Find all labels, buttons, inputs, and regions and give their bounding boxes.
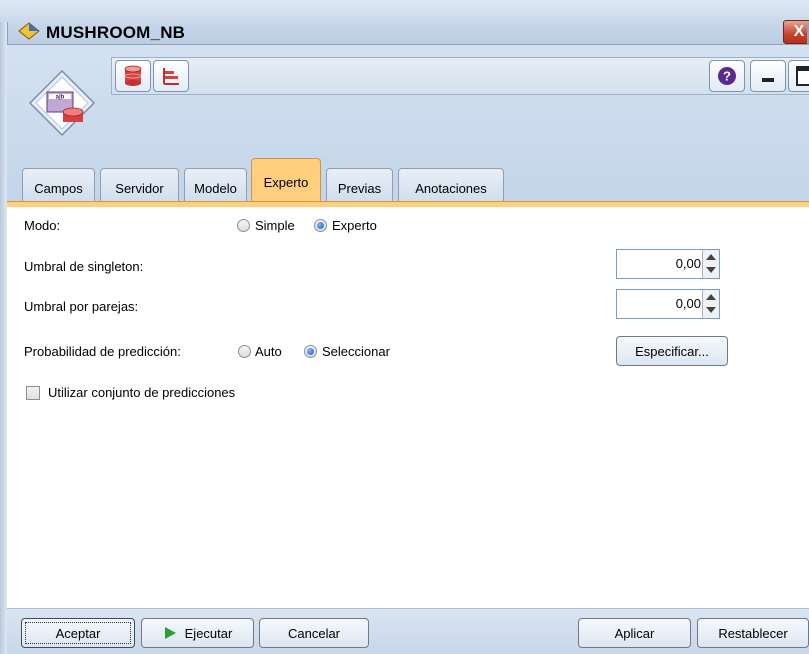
data-table-node-icon: a|b xyxy=(28,69,96,137)
accept-button[interactable]: Aceptar xyxy=(21,618,135,648)
run-button-label: Ejecutar xyxy=(184,625,233,641)
spinner-up-icon[interactable] xyxy=(706,254,716,260)
bar-chart-icon xyxy=(163,68,179,85)
accept-button-label: Aceptar xyxy=(55,625,101,641)
pairwise-spinner[interactable] xyxy=(702,290,719,318)
prediction-select-radio[interactable] xyxy=(304,345,317,358)
minimize-icon xyxy=(762,78,774,82)
tab-label: Modelo xyxy=(194,181,237,196)
window-title: MUSHROOM_NB xyxy=(46,23,186,42)
play-icon xyxy=(164,627,176,639)
help-icon: ? xyxy=(718,67,736,85)
diamond-node-icon xyxy=(18,22,40,40)
tab-servidor[interactable]: Servidor xyxy=(100,168,179,204)
spinner-down-icon[interactable] xyxy=(706,307,716,313)
pairwise-threshold-label: Umbral por parejas: xyxy=(24,299,139,314)
database-button[interactable] xyxy=(115,60,151,92)
use-prediction-set-checkbox[interactable] xyxy=(26,386,40,400)
svg-text:?: ? xyxy=(723,69,731,84)
tab-label: Anotaciones xyxy=(415,181,487,196)
database-icon xyxy=(124,65,142,86)
pairwise-threshold-value: 0,00 xyxy=(675,296,701,311)
mode-label: Modo: xyxy=(24,218,61,233)
mode-simple-radio[interactable] xyxy=(237,219,250,232)
close-icon: X xyxy=(793,23,805,40)
spinner-up-icon[interactable] xyxy=(706,294,716,300)
svg-text:a|b: a|b xyxy=(56,95,65,101)
mode-expert-label[interactable]: Experto xyxy=(332,218,377,233)
spinner-down-icon[interactable] xyxy=(706,267,716,273)
dialog-window: MUSHROOM_NB X a|b ? Campos Servidor Mode… xyxy=(0,0,809,654)
maximize-button[interactable] xyxy=(788,60,809,92)
apply-button-label: Aplicar xyxy=(614,625,655,641)
prediction-auto-radio[interactable] xyxy=(238,345,251,358)
cancel-button-label: Cancelar xyxy=(287,625,341,641)
mode-simple-label[interactable]: Simple xyxy=(255,218,295,233)
toolbar-button-group: ? xyxy=(111,57,809,95)
tab-label: Servidor xyxy=(115,181,164,196)
help-button[interactable]: ? xyxy=(709,60,745,92)
prediction-select-label[interactable]: Seleccionar xyxy=(322,344,390,359)
use-prediction-set-label[interactable]: Utilizar conjunto de predicciones xyxy=(48,385,235,400)
singleton-spinner[interactable] xyxy=(702,250,719,278)
reset-button[interactable]: Restablecer xyxy=(697,618,809,648)
expert-panel: Modo: Simple Experto Umbral de singleton… xyxy=(7,207,809,654)
mode-expert-radio[interactable] xyxy=(314,219,327,232)
close-button[interactable]: X xyxy=(783,20,809,44)
singleton-threshold-value: 0,00 xyxy=(675,256,701,271)
cancel-button[interactable]: Cancelar xyxy=(259,618,369,648)
tab-previas[interactable]: Previas xyxy=(326,168,393,204)
specify-button-label: Especificar... xyxy=(635,343,709,359)
tab-label: Previas xyxy=(337,181,382,196)
maximize-icon xyxy=(796,66,809,86)
specify-button[interactable]: Especificar... xyxy=(616,336,728,366)
minimize-button[interactable] xyxy=(750,60,786,92)
tab-label: Experto xyxy=(263,175,309,190)
tab-anotaciones[interactable]: Anotaciones xyxy=(398,168,504,204)
prediction-auto-label[interactable]: Auto xyxy=(255,344,282,359)
chart-button[interactable] xyxy=(153,60,189,92)
tab-campos[interactable]: Campos xyxy=(22,168,95,204)
tab-modelo[interactable]: Modelo xyxy=(184,168,247,204)
bottom-button-bar: Aceptar Ejecutar Cancelar Aplicar Restab… xyxy=(7,608,809,654)
title-bar[interactable]: MUSHROOM_NB X xyxy=(0,0,809,45)
pairwise-threshold-input[interactable]: 0,00 xyxy=(616,289,720,319)
singleton-threshold-label: Umbral de singleton: xyxy=(24,259,144,274)
run-button[interactable]: Ejecutar xyxy=(141,618,254,648)
apply-button[interactable]: Aplicar xyxy=(578,618,691,648)
tab-experto[interactable]: Experto xyxy=(251,158,321,204)
tab-label: Campos xyxy=(34,181,83,196)
prediction-probability-label: Probabilidad de predicción: xyxy=(24,344,181,359)
reset-button-label: Restablecer xyxy=(718,625,788,641)
singleton-threshold-input[interactable]: 0,00 xyxy=(616,249,720,279)
